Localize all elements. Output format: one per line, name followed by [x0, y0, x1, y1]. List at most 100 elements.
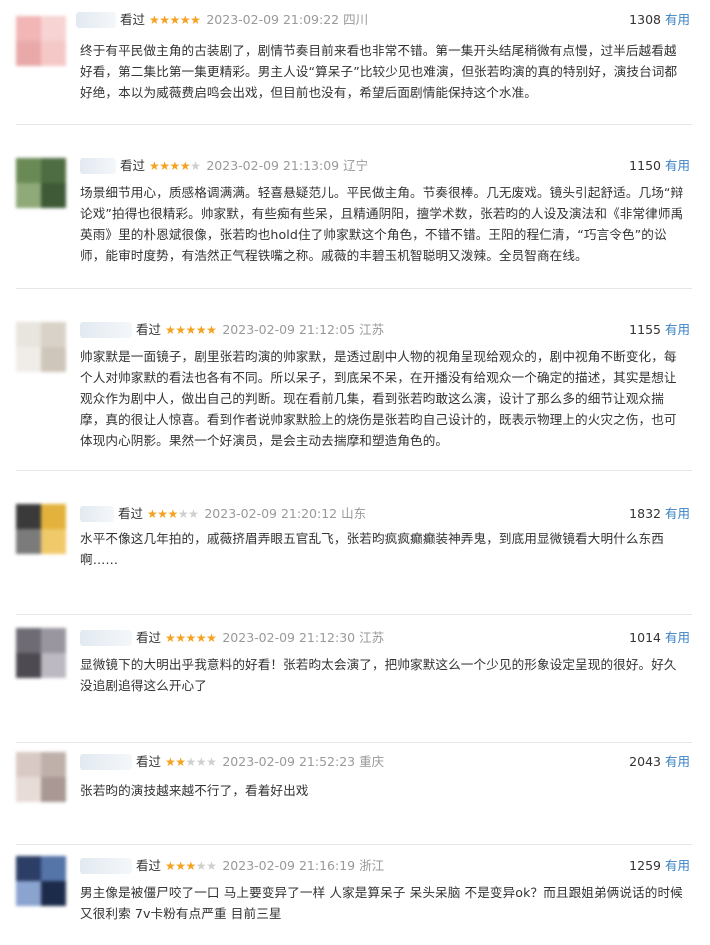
useful-button[interactable]: 有用	[665, 12, 690, 27]
review-divider	[16, 614, 692, 615]
star-filled-icon: ★	[157, 507, 168, 521]
star-filled-icon: ★	[175, 631, 186, 645]
review-time: 2023-02-09 21:12:05	[222, 322, 356, 337]
review-item: 看过 ★★★★★ 2023-02-09 21:52:23 重庆 2043 有用 张若昀的演技…	[0, 752, 710, 845]
star-empty-icon: ★	[206, 755, 217, 769]
review-list: 看过 ★★★★★ 2023-02-09 21:09:22 四川 1308 有用 终于有平民做…	[0, 0, 710, 945]
star-empty-icon: ★	[177, 507, 189, 521]
user-avatar[interactable]	[16, 856, 66, 906]
vote-count: 1259	[629, 858, 661, 873]
user-avatar[interactable]	[16, 16, 66, 66]
review-location: 浙江	[359, 858, 385, 873]
review-text: 场景细节用心，质感格调满满。轻喜悬疑范儿。平民做主角。节奏很棒。几无废戏。镜头引…	[80, 185, 684, 263]
useful-votes: 1308 有用	[629, 12, 690, 28]
star-filled-icon: ★	[169, 13, 181, 27]
username-blurred[interactable]	[80, 858, 132, 874]
star-filled-icon: ★	[190, 13, 201, 27]
vote-count: 2043	[629, 754, 661, 769]
useful-button[interactable]: 有用	[665, 858, 690, 873]
review-divider	[16, 742, 692, 743]
star-filled-icon: ★	[179, 13, 191, 27]
star-empty-icon: ★	[188, 507, 199, 521]
user-avatar[interactable]	[16, 752, 66, 802]
star-empty-icon: ★	[190, 159, 201, 173]
review-location: 重庆	[359, 754, 385, 769]
review-time: 2023-02-09 21:16:19	[222, 858, 356, 873]
review-divider	[16, 288, 692, 289]
user-avatar[interactable]	[16, 628, 66, 678]
review-item: 看过 ★★★★★ 2023-02-09 21:09:22 四川 1308 有用 终于有平民做…	[0, 12, 710, 125]
review-divider	[16, 470, 692, 471]
star-empty-icon: ★	[206, 859, 217, 873]
useful-votes: 1155 有用	[629, 322, 690, 338]
rating-stars: ★★★★★	[165, 755, 217, 769]
useful-votes: 1259 有用	[629, 858, 690, 874]
review-text: 水平不像这几年拍的，戚薇挤眉弄眼五官乱飞，张若昀疯疯癫癫装神弄鬼，到底用显微镜看…	[80, 531, 664, 567]
review-text: 终于有平民做主角的古装剧了，剧情节奏目前来看也非常不错。第一集开头结尾稍微有点慢…	[80, 43, 678, 100]
review-meta: 看过 ★★★★★ 2023-02-09 21:12:05 江苏	[136, 322, 384, 338]
useful-button[interactable]: 有用	[665, 506, 690, 521]
username-blurred[interactable]	[80, 630, 132, 646]
user-avatar[interactable]	[16, 158, 66, 208]
star-filled-icon: ★	[165, 631, 176, 645]
star-filled-icon: ★	[149, 159, 160, 173]
star-filled-icon: ★	[147, 507, 158, 521]
useful-button[interactable]: 有用	[665, 322, 690, 337]
review-meta: 看过 ★★★★★ 2023-02-09 21:20:12 山东	[118, 506, 366, 522]
user-avatar[interactable]	[16, 322, 66, 372]
review-divider	[16, 844, 692, 845]
useful-button[interactable]: 有用	[665, 630, 690, 645]
vote-count: 1832	[629, 506, 661, 521]
review-text: 男主像是被僵尸咬了一口 马上要变异了一样 人家是算呆子 呆头呆脑 不是变异ok？…	[80, 885, 683, 921]
star-filled-icon: ★	[195, 323, 207, 337]
vote-count: 1150	[629, 158, 661, 173]
review-item: 看过 ★★★★★ 2023-02-09 21:12:30 江苏 1014 有用 显微镜下的大…	[0, 628, 710, 743]
watched-status: 看过	[118, 506, 144, 521]
review-time: 2023-02-09 21:09:22	[206, 12, 340, 27]
star-filled-icon: ★	[159, 13, 170, 27]
star-filled-icon: ★	[175, 859, 186, 873]
username-blurred[interactable]	[80, 754, 132, 770]
star-empty-icon: ★	[195, 859, 207, 873]
watched-status: 看过	[136, 754, 162, 769]
username-blurred[interactable]	[80, 506, 114, 522]
star-filled-icon: ★	[185, 631, 197, 645]
watched-status: 看过	[136, 322, 162, 337]
star-filled-icon: ★	[206, 631, 217, 645]
useful-votes: 1832 有用	[629, 506, 690, 522]
review-location: 山东	[341, 506, 367, 521]
user-avatar[interactable]	[16, 504, 66, 554]
review-text: 帅家默是一面镜子，剧里张若昀演的帅家默，是透过剧中人物的视角呈现给观众的，剧中视…	[80, 349, 677, 448]
star-filled-icon: ★	[185, 859, 197, 873]
review-location: 辽宁	[343, 158, 369, 173]
star-filled-icon: ★	[206, 323, 217, 337]
review-location: 江苏	[359, 322, 385, 337]
review-time: 2023-02-09 21:20:12	[204, 506, 338, 521]
review-meta: 看过 ★★★★★ 2023-02-09 21:09:22 四川	[120, 12, 368, 28]
watched-status: 看过	[136, 858, 162, 873]
review-location: 四川	[343, 12, 369, 27]
review-location: 江苏	[359, 630, 385, 645]
review-divider	[16, 124, 692, 125]
username-blurred[interactable]	[80, 158, 116, 174]
vote-count: 1308	[629, 12, 661, 27]
useful-button[interactable]: 有用	[665, 754, 690, 769]
rating-stars: ★★★★★	[147, 507, 199, 521]
username-blurred[interactable]	[76, 12, 116, 28]
useful-votes: 1150 有用	[629, 158, 690, 174]
star-filled-icon: ★	[167, 507, 179, 521]
star-filled-icon: ★	[179, 159, 191, 173]
vote-count: 1014	[629, 630, 661, 645]
star-filled-icon: ★	[165, 323, 176, 337]
star-empty-icon: ★	[185, 755, 197, 769]
review-item: 看过 ★★★★★ 2023-02-09 21:12:05 江苏 1155 有用 帅家默是一面…	[0, 322, 710, 471]
star-filled-icon: ★	[195, 631, 207, 645]
watched-status: 看过	[136, 630, 162, 645]
review-item: 看过 ★★★★★ 2023-02-09 21:16:19 浙江 1259 有用 男主像是被僵…	[0, 856, 710, 938]
username-blurred[interactable]	[80, 322, 132, 338]
review-time: 2023-02-09 21:13:09	[206, 158, 340, 173]
useful-button[interactable]: 有用	[665, 158, 690, 173]
rating-stars: ★★★★★	[165, 631, 217, 645]
review-meta: 看过 ★★★★★ 2023-02-09 21:52:23 重庆	[136, 754, 384, 770]
review-item: 看过 ★★★★★ 2023-02-09 21:20:12 山东 1832 有用 水平不像这几…	[0, 504, 710, 615]
